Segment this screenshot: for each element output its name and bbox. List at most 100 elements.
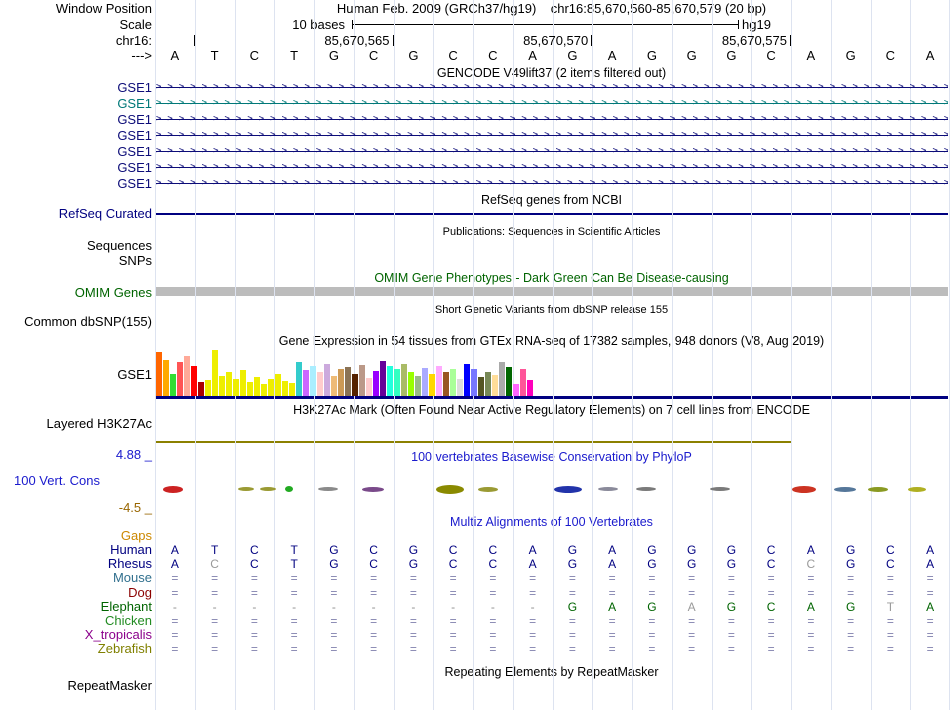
- gtex-bar[interactable]: [366, 378, 372, 396]
- gtex-bar[interactable]: [422, 368, 428, 396]
- sequences-label[interactable]: Sequences: [0, 239, 152, 253]
- multiz-cell: =: [688, 628, 696, 642]
- gencode-item-label[interactable]: GSE1: [0, 113, 152, 127]
- species-label-dog[interactable]: Dog: [0, 586, 152, 600]
- gtex-bar[interactable]: [226, 372, 232, 396]
- multiz-cell: =: [886, 628, 894, 642]
- gtex-bar[interactable]: [170, 374, 176, 396]
- gtex-bar[interactable]: [156, 352, 162, 396]
- gtex-bar[interactable]: [198, 382, 204, 396]
- coordinate-label: 85,670,565: [324, 33, 390, 48]
- species-label-elephant[interactable]: Elephant: [0, 600, 152, 614]
- transcript-row[interactable]: >>>>>>>>>>>>>>>>>>>>>>>>>>>>>>>>>>>>>>>>…: [156, 81, 948, 94]
- gtex-bar[interactable]: [513, 384, 519, 396]
- multiz-cell: =: [886, 614, 894, 628]
- gtex-bar[interactable]: [324, 364, 330, 396]
- species-label-chicken[interactable]: Chicken: [0, 614, 152, 628]
- species-label-rhesus[interactable]: Rhesus: [0, 557, 152, 571]
- multiz-cell: G: [726, 600, 737, 614]
- gtex-bar[interactable]: [184, 356, 190, 396]
- gtex-bar[interactable]: [450, 369, 456, 396]
- gtex-bar[interactable]: [233, 379, 239, 396]
- transcript-row[interactable]: >>>>>>>>>>>>>>>>>>>>>>>>>>>>>>>>>>>>>>>>…: [156, 97, 948, 110]
- gtex-bar[interactable]: [485, 372, 491, 396]
- gencode-item-label[interactable]: GSE1: [0, 129, 152, 143]
- gtex-bar[interactable]: [443, 372, 449, 396]
- transcript-row[interactable]: >>>>>>>>>>>>>>>>>>>>>>>>>>>>>>>>>>>>>>>>…: [156, 113, 948, 126]
- snps-label[interactable]: SNPs: [0, 254, 152, 268]
- gtex-bar[interactable]: [471, 369, 477, 396]
- repeatmasker-label[interactable]: RepeatMasker: [0, 679, 152, 693]
- gtex-bar[interactable]: [429, 374, 435, 396]
- gtex-bar[interactable]: [331, 376, 337, 396]
- gtex-bar[interactable]: [506, 367, 512, 396]
- gtex-bar[interactable]: [401, 364, 407, 396]
- gencode-item-label[interactable]: GSE1: [0, 97, 152, 111]
- species-label-zebrafish[interactable]: Zebrafish: [0, 642, 152, 656]
- transcript-row[interactable]: >>>>>>>>>>>>>>>>>>>>>>>>>>>>>>>>>>>>>>>>…: [156, 145, 948, 158]
- transcript-row[interactable]: >>>>>>>>>>>>>>>>>>>>>>>>>>>>>>>>>>>>>>>>…: [156, 161, 948, 174]
- gtex-bar[interactable]: [352, 374, 358, 396]
- gtex-bar[interactable]: [464, 364, 470, 396]
- gtex-bar[interactable]: [394, 369, 400, 396]
- gtex-bar[interactable]: [219, 376, 225, 396]
- gencode-item-label[interactable]: GSE1: [0, 161, 152, 175]
- gtex-bar[interactable]: [436, 366, 442, 396]
- base-letter: G: [408, 48, 419, 63]
- gtex-bar[interactable]: [408, 372, 414, 396]
- gencode-item-label[interactable]: GSE1: [0, 81, 152, 95]
- gencode-item-label[interactable]: GSE1: [0, 145, 152, 159]
- gtex-bar[interactable]: [457, 379, 463, 396]
- gtex-bar[interactable]: [275, 374, 281, 396]
- gaps-label[interactable]: Gaps: [0, 529, 152, 543]
- gtex-bar[interactable]: [338, 369, 344, 396]
- gtex-bar[interactable]: [492, 375, 498, 396]
- gtex-bar[interactable]: [296, 362, 302, 396]
- gtex-bar[interactable]: [289, 383, 295, 396]
- gtex-bar[interactable]: [254, 377, 260, 396]
- transcript-row[interactable]: >>>>>>>>>>>>>>>>>>>>>>>>>>>>>>>>>>>>>>>>…: [156, 177, 948, 190]
- layered-h3k27ac-label[interactable]: Layered H3K27Ac: [0, 417, 152, 431]
- gtex-bar[interactable]: [415, 376, 421, 396]
- multiz-cell: =: [767, 571, 775, 585]
- gtex-item-label[interactable]: GSE1: [0, 368, 152, 382]
- gtex-bar[interactable]: [303, 370, 309, 396]
- gtex-bar[interactable]: [499, 362, 505, 396]
- gtex-bar[interactable]: [247, 382, 253, 396]
- gtex-bar[interactable]: [261, 384, 267, 396]
- gencode-item-label[interactable]: GSE1: [0, 177, 152, 191]
- gtex-bar[interactable]: [205, 380, 211, 396]
- multiz-cell: -: [212, 600, 217, 614]
- gtex-bar[interactable]: [163, 360, 169, 396]
- gtex-bar[interactable]: [191, 366, 197, 396]
- common-dbsnp-label[interactable]: Common dbSNP(155): [0, 315, 152, 329]
- gtex-bar[interactable]: [520, 369, 526, 396]
- gtex-bar[interactable]: [212, 350, 218, 396]
- gtex-bar[interactable]: [268, 379, 274, 396]
- multiz-cell: =: [807, 642, 815, 656]
- vert-cons-label[interactable]: 100 Vert. Cons: [0, 473, 100, 488]
- omim-genes-label[interactable]: OMIM Genes: [0, 286, 152, 300]
- gtex-bar[interactable]: [282, 381, 288, 396]
- coordinate-label: 85,670,575: [721, 33, 787, 48]
- gtex-bar[interactable]: [177, 362, 183, 396]
- multiz-cell: =: [449, 642, 457, 656]
- refseq-curated-label[interactable]: RefSeq Curated: [0, 207, 152, 221]
- multiz-cell: A: [926, 600, 935, 614]
- gtex-bar[interactable]: [345, 367, 351, 396]
- species-label-x_tropicalis[interactable]: X_tropicalis: [0, 628, 152, 642]
- gtex-bar[interactable]: [310, 366, 316, 396]
- species-label-mouse[interactable]: Mouse: [0, 571, 152, 585]
- gtex-bar[interactable]: [387, 366, 393, 396]
- multiz-cell: A: [806, 543, 815, 557]
- gtex-bar[interactable]: [380, 361, 386, 396]
- gtex-bar[interactable]: [240, 370, 246, 396]
- species-label-human[interactable]: Human: [0, 543, 152, 557]
- gtex-bar[interactable]: [478, 377, 484, 396]
- gtex-bar[interactable]: [359, 365, 365, 396]
- gtex-bar[interactable]: [527, 380, 533, 396]
- multiz-cell: =: [608, 642, 616, 656]
- gtex-bar[interactable]: [373, 371, 379, 396]
- transcript-row[interactable]: >>>>>>>>>>>>>>>>>>>>>>>>>>>>>>>>>>>>>>>>…: [156, 129, 948, 142]
- gtex-bar[interactable]: [317, 372, 323, 396]
